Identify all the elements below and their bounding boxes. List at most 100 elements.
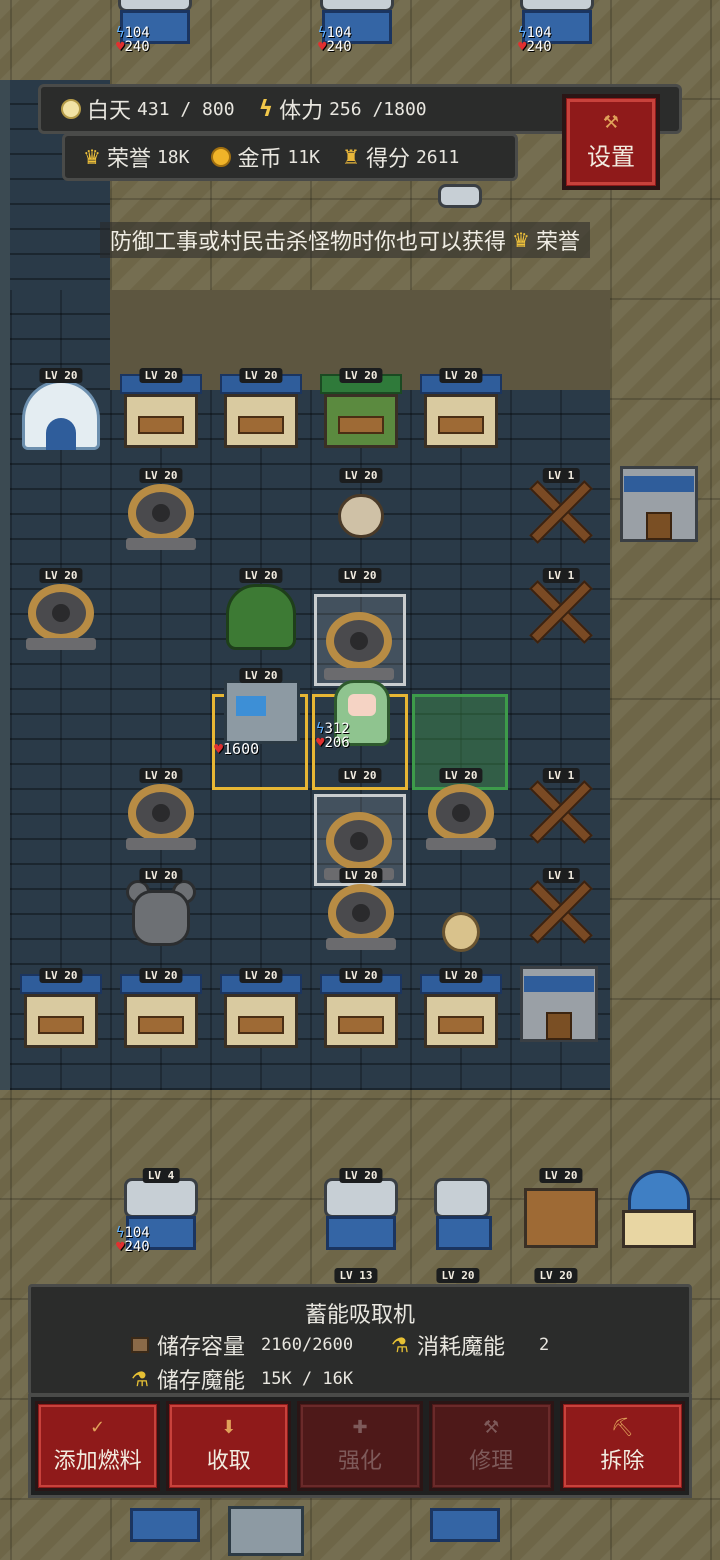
- hint-banner: 防御工事或村民击杀怪物时你也可以获得 ♛ 荣誉: [100, 222, 590, 258]
- mana-spinner[interactable]: LV 20: [416, 766, 506, 856]
- repair-button[interactable]: ⚒ 修理: [428, 1401, 554, 1491]
- collect-button[interactable]: ⬇ 收取: [166, 1401, 292, 1491]
- market-stall[interactable]: LV 20: [16, 966, 106, 1056]
- gate-tower[interactable]: [514, 956, 604, 1046]
- gate-tower[interactable]: [614, 456, 704, 546]
- level-badge: LV 20: [139, 968, 183, 983]
- level-badge: LV 20: [339, 868, 383, 883]
- mana-spinner[interactable]: LV 20: [16, 566, 106, 656]
- building-info-panel: 蓄能吸取机 储存容量 2160/2600 ⚗ 消耗魔能 2 ⚗ 储存魔能 15K…: [28, 1284, 692, 1396]
- hint-reward: 荣誉: [535, 230, 580, 255]
- consume-row: ⚗ 消耗魔能 2: [391, 1329, 549, 1361]
- level-tag: LV 13: [334, 1268, 378, 1283]
- level-badge: LV 20: [239, 668, 283, 683]
- mana-value: 15K / 16K: [260, 1369, 354, 1389]
- coin-icon: [211, 147, 232, 167]
- building-name: 蓄能吸取机: [304, 1303, 415, 1328]
- action-bar: ✓ 添加燃料 ⬇ 收取 ✚ 强化 ⚒ 修理 ⛏ 拆除: [28, 1394, 692, 1498]
- wooden-stakes[interactable]: LV 1: [516, 466, 606, 556]
- level-badge: LV 20: [39, 968, 83, 983]
- plant-villager[interactable]: LV 20: [216, 566, 306, 656]
- building-partial[interactable]: [420, 1500, 510, 1560]
- wooden-stakes[interactable]: LV 1: [516, 866, 606, 956]
- score-label: 得分: [365, 147, 410, 172]
- battery-top-1-stats: ϟ104 ♥240: [116, 25, 150, 55]
- honor-label: 荣誉: [106, 147, 151, 172]
- pickaxe-icon: ⛏: [610, 1417, 634, 1438]
- storage-value: 2160/2600: [261, 1335, 354, 1355]
- day-label: 白天: [87, 99, 132, 124]
- market-stall[interactable]: LV 20: [316, 966, 406, 1056]
- building-partial[interactable]: [120, 1500, 210, 1560]
- chest-icon: [131, 1337, 149, 1353]
- gold-indicator: 金币 11K: [211, 141, 334, 173]
- wooden-stakes[interactable]: LV 1: [516, 566, 606, 656]
- level-badge: LV 20: [339, 968, 383, 983]
- hud-score-bar: ♛ 荣誉 18K 金币 11K ♜ 得分 2611: [62, 133, 518, 181]
- settings-button[interactable]: ⚒ 设置: [562, 94, 660, 190]
- level-tag: LV 20: [436, 1268, 480, 1283]
- treasure-chest-building[interactable]: LV 20: [516, 1166, 606, 1256]
- mana-spinner[interactable]: LV 20: [116, 466, 206, 556]
- energy-drain-building[interactable]: LV 20: [316, 1166, 406, 1256]
- level-badge: LV 20: [139, 868, 183, 883]
- level-badge: LV 20: [339, 468, 383, 483]
- storage-label: 储存容量: [157, 1335, 246, 1360]
- level-badge: LV 20: [339, 368, 383, 383]
- honor-indicator: ♛ 荣誉 18K: [83, 141, 203, 173]
- arrow-down-icon: ⬇: [221, 1417, 237, 1438]
- temple-building[interactable]: [614, 1162, 704, 1252]
- level-badge: LV 1: [542, 468, 580, 483]
- flask-icon: ⚗: [391, 1333, 409, 1357]
- mana-spinner[interactable]: LV 20: [316, 866, 406, 956]
- level-badge: LV 1: [542, 768, 580, 783]
- level-badge: LV 4: [142, 1168, 180, 1183]
- settings-label: 设置: [587, 143, 635, 171]
- sun-icon: [61, 99, 81, 119]
- level-badge: LV 20: [39, 568, 83, 583]
- score-value: 2611: [415, 146, 460, 168]
- market-stall-green[interactable]: LV 20: [316, 366, 406, 456]
- igloo[interactable]: LV 20: [16, 366, 106, 456]
- level-badge: LV 1: [542, 868, 580, 883]
- add-fuel-button[interactable]: ✓ 添加燃料: [35, 1401, 161, 1491]
- market-stall[interactable]: LV 20: [416, 366, 506, 456]
- plus-icon: ✚: [352, 1417, 368, 1438]
- building-partial[interactable]: [220, 1500, 310, 1560]
- heroine-stats: ϟ312 ♥206: [316, 721, 350, 751]
- level-badge: LV 1: [542, 568, 580, 583]
- wooden-stakes[interactable]: LV 1: [516, 766, 606, 856]
- demolish-button[interactable]: ⛏ 拆除: [559, 1401, 686, 1491]
- level-tag: LV 20: [534, 1268, 578, 1283]
- level-badge: LV 20: [439, 968, 483, 983]
- stamina-value: 256 /1800: [329, 98, 427, 120]
- battery-top-3-stats: ϟ104 ♥240: [518, 25, 552, 55]
- day-value: 431 / 800: [137, 98, 235, 120]
- chicken-villager[interactable]: LV 20: [316, 466, 406, 556]
- level-badge: LV 20: [139, 468, 183, 483]
- mouse-villager[interactable]: LV 20: [116, 866, 206, 956]
- onion-item[interactable]: [416, 880, 506, 970]
- mana-spinner[interactable]: LV 20: [116, 766, 206, 856]
- battery-small[interactable]: [432, 178, 488, 228]
- consume-value: 2: [538, 1335, 550, 1355]
- market-stall[interactable]: LV 20: [116, 966, 206, 1056]
- level-badge: LV 20: [338, 568, 382, 583]
- level-badge: LV 20: [239, 568, 283, 583]
- level-badge: LV 20: [339, 1168, 383, 1183]
- battery-bottom-stats: ϟ104 ♥240: [116, 1225, 150, 1255]
- market-stall[interactable]: LV 20: [416, 966, 506, 1056]
- level-badge: LV 20: [338, 768, 382, 783]
- market-stall[interactable]: LV 20: [216, 966, 306, 1056]
- level-badge: LV 20: [539, 1168, 583, 1183]
- gold-value: 11K: [287, 146, 320, 168]
- level-badge: LV 20: [239, 968, 283, 983]
- battery-small-building[interactable]: [426, 1166, 496, 1256]
- upgrade-button[interactable]: ✚ 强化: [297, 1401, 423, 1491]
- stamina-indicator: ϟ 体力 256 /1800: [259, 93, 441, 125]
- market-stall[interactable]: LV 20: [116, 366, 206, 456]
- mana-row: ⚗ 储存魔能 15K / 16K: [131, 1363, 353, 1395]
- check-icon: ✓: [90, 1417, 106, 1438]
- market-stall[interactable]: LV 20: [216, 366, 306, 456]
- day-indicator: 白天 431 / 800: [61, 93, 249, 125]
